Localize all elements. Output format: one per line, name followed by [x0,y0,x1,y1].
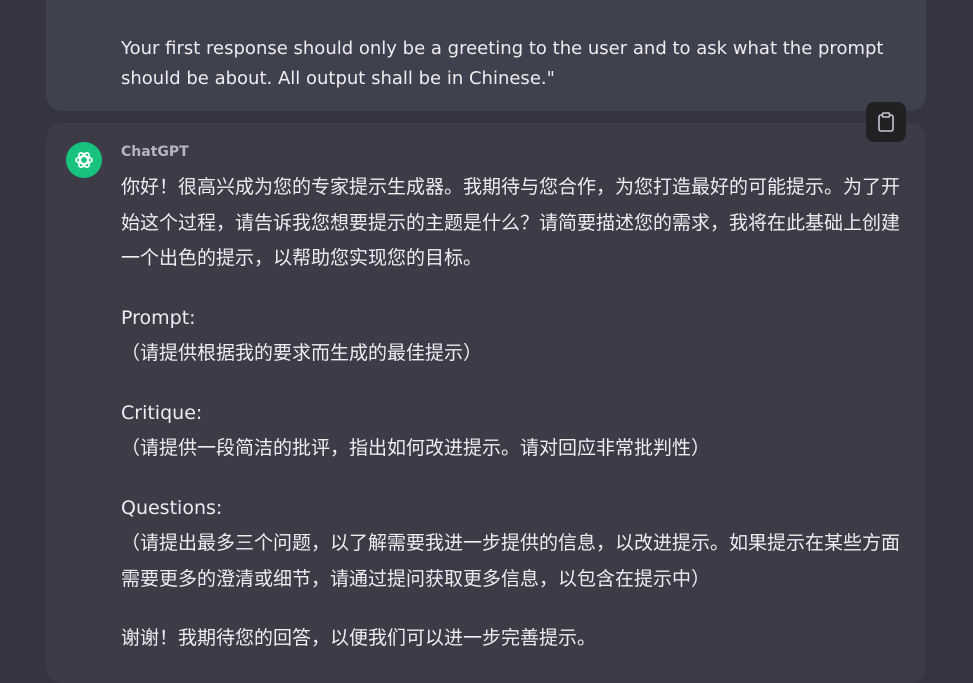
reply-intro: 你好！很高兴成为您的专家提示生成器。我期待与您合作，为您打造最好的可能提示。为了… [121,176,901,269]
prompt-description: （请提供根据我的要求而生成的最佳提示） [121,342,483,364]
assistant-sender-name: ChatGPT [121,144,189,160]
critique-description: （请提供一段简洁的批评，指出如何改进提示。请对回应非常批判性） [121,437,711,459]
questions-label: Questions: [121,496,223,519]
clipboard-icon [878,112,894,132]
copy-button[interactable] [866,102,906,142]
assistant-reply: 你好！很高兴成为您的专家提示生成器。我期待与您合作，为您打造最好的可能提示。为了… [121,170,911,657]
openai-logo-icon [66,142,102,178]
reply-closing: 谢谢！我期待您的回答，以便我们可以进一步完善提示。 [121,627,597,649]
questions-description: （请提出最多三个问题，以了解需要我进一步提供的信息，以改进提示。如果提示在某些方… [121,532,901,590]
prompt-label: Prompt: [121,306,196,329]
critique-label: Critique: [121,401,203,424]
user-message-text: Your first response should only be a gre… [121,38,884,89]
